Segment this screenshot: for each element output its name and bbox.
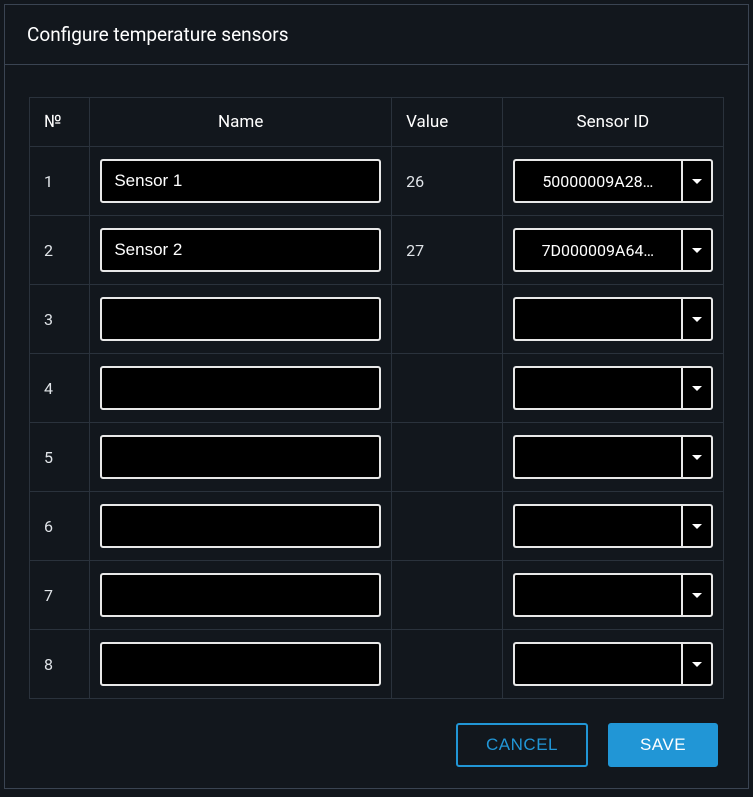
row-name-cell bbox=[90, 492, 392, 561]
row-sensor-cell: 50000009A28… bbox=[502, 147, 723, 216]
caret-down-icon bbox=[692, 179, 702, 184]
row-number: 8 bbox=[30, 630, 90, 699]
sensor-name-input[interactable] bbox=[100, 642, 381, 686]
sensors-table: № Name Value Sensor ID 12650000009A28…22… bbox=[29, 97, 724, 699]
row-name-cell bbox=[90, 561, 392, 630]
row-sensor-cell bbox=[502, 354, 723, 423]
table-row: 7 bbox=[30, 561, 724, 630]
sensor-id-value[interactable]: 50000009A28… bbox=[513, 159, 681, 203]
row-name-cell bbox=[90, 285, 392, 354]
row-value: 27 bbox=[392, 216, 503, 285]
save-button[interactable]: SAVE bbox=[608, 723, 718, 767]
sensor-id-select[interactable] bbox=[513, 297, 713, 341]
row-sensor-cell bbox=[502, 492, 723, 561]
sensor-id-select[interactable]: 50000009A28… bbox=[513, 159, 713, 203]
row-name-cell bbox=[90, 423, 392, 492]
row-sensor-cell: 7D000009A64… bbox=[502, 216, 723, 285]
sensor-id-value[interactable] bbox=[513, 642, 681, 686]
row-value bbox=[392, 492, 503, 561]
row-number: 6 bbox=[30, 492, 90, 561]
sensor-name-input[interactable] bbox=[100, 159, 381, 203]
sensor-id-select[interactable] bbox=[513, 504, 713, 548]
sensor-id-select[interactable] bbox=[513, 573, 713, 617]
row-value bbox=[392, 561, 503, 630]
row-value bbox=[392, 285, 503, 354]
caret-down-icon bbox=[692, 248, 702, 253]
table-row: 1 2650000009A28… bbox=[30, 147, 724, 216]
sensor-id-value[interactable]: 7D000009A64… bbox=[513, 228, 681, 272]
row-number: 4 bbox=[30, 354, 90, 423]
sensor-id-value[interactable] bbox=[513, 573, 681, 617]
sensor-id-select[interactable] bbox=[513, 435, 713, 479]
table-row: 4 bbox=[30, 354, 724, 423]
dropdown-button[interactable] bbox=[681, 504, 713, 548]
sensor-id-value[interactable] bbox=[513, 297, 681, 341]
dropdown-button[interactable] bbox=[681, 366, 713, 410]
configure-sensors-dialog: Configure temperature sensors № Name Val… bbox=[4, 4, 749, 789]
row-sensor-cell bbox=[502, 423, 723, 492]
header-sensor-id: Sensor ID bbox=[502, 98, 723, 147]
table-row: 3 bbox=[30, 285, 724, 354]
sensor-id-value[interactable] bbox=[513, 366, 681, 410]
row-number: 5 bbox=[30, 423, 90, 492]
sensor-name-input[interactable] bbox=[100, 504, 381, 548]
row-sensor-cell bbox=[502, 285, 723, 354]
row-value bbox=[392, 630, 503, 699]
dropdown-button[interactable] bbox=[681, 573, 713, 617]
row-number: 1 bbox=[30, 147, 90, 216]
sensor-id-value[interactable] bbox=[513, 504, 681, 548]
dropdown-button[interactable] bbox=[681, 435, 713, 479]
sensor-name-input[interactable] bbox=[100, 435, 381, 479]
sensor-name-input[interactable] bbox=[100, 366, 381, 410]
caret-down-icon bbox=[692, 593, 702, 598]
row-name-cell bbox=[90, 147, 392, 216]
sensor-id-select[interactable] bbox=[513, 366, 713, 410]
row-name-cell bbox=[90, 216, 392, 285]
row-name-cell bbox=[90, 630, 392, 699]
row-value bbox=[392, 354, 503, 423]
row-name-cell bbox=[90, 354, 392, 423]
sensor-id-select[interactable]: 7D000009A64… bbox=[513, 228, 713, 272]
dialog-title: Configure temperature sensors bbox=[27, 23, 726, 46]
row-sensor-cell bbox=[502, 630, 723, 699]
row-value: 26 bbox=[392, 147, 503, 216]
row-number: 2 bbox=[30, 216, 90, 285]
dropdown-button[interactable] bbox=[681, 228, 713, 272]
row-sensor-cell bbox=[502, 561, 723, 630]
dialog-body: № Name Value Sensor ID 12650000009A28…22… bbox=[5, 65, 748, 699]
table-row: 5 bbox=[30, 423, 724, 492]
table-row: 6 bbox=[30, 492, 724, 561]
sensor-name-input[interactable] bbox=[100, 228, 381, 272]
dialog-header: Configure temperature sensors bbox=[5, 5, 748, 65]
dropdown-button[interactable] bbox=[681, 159, 713, 203]
sensor-name-input[interactable] bbox=[100, 573, 381, 617]
header-num: № bbox=[30, 98, 90, 147]
sensor-id-select[interactable] bbox=[513, 642, 713, 686]
table-row: 8 bbox=[30, 630, 724, 699]
row-number: 3 bbox=[30, 285, 90, 354]
row-number: 7 bbox=[30, 561, 90, 630]
caret-down-icon bbox=[692, 662, 702, 667]
caret-down-icon bbox=[692, 386, 702, 391]
dropdown-button[interactable] bbox=[681, 297, 713, 341]
header-name: Name bbox=[90, 98, 392, 147]
caret-down-icon bbox=[692, 524, 702, 529]
sensor-name-input[interactable] bbox=[100, 297, 381, 341]
cancel-button[interactable]: CANCEL bbox=[456, 723, 588, 767]
caret-down-icon bbox=[692, 455, 702, 460]
table-row: 2 277D000009A64… bbox=[30, 216, 724, 285]
dialog-footer: CANCEL SAVE bbox=[5, 699, 748, 795]
dropdown-button[interactable] bbox=[681, 642, 713, 686]
caret-down-icon bbox=[692, 317, 702, 322]
sensor-id-value[interactable] bbox=[513, 435, 681, 479]
header-value: Value bbox=[392, 98, 503, 147]
row-value bbox=[392, 423, 503, 492]
